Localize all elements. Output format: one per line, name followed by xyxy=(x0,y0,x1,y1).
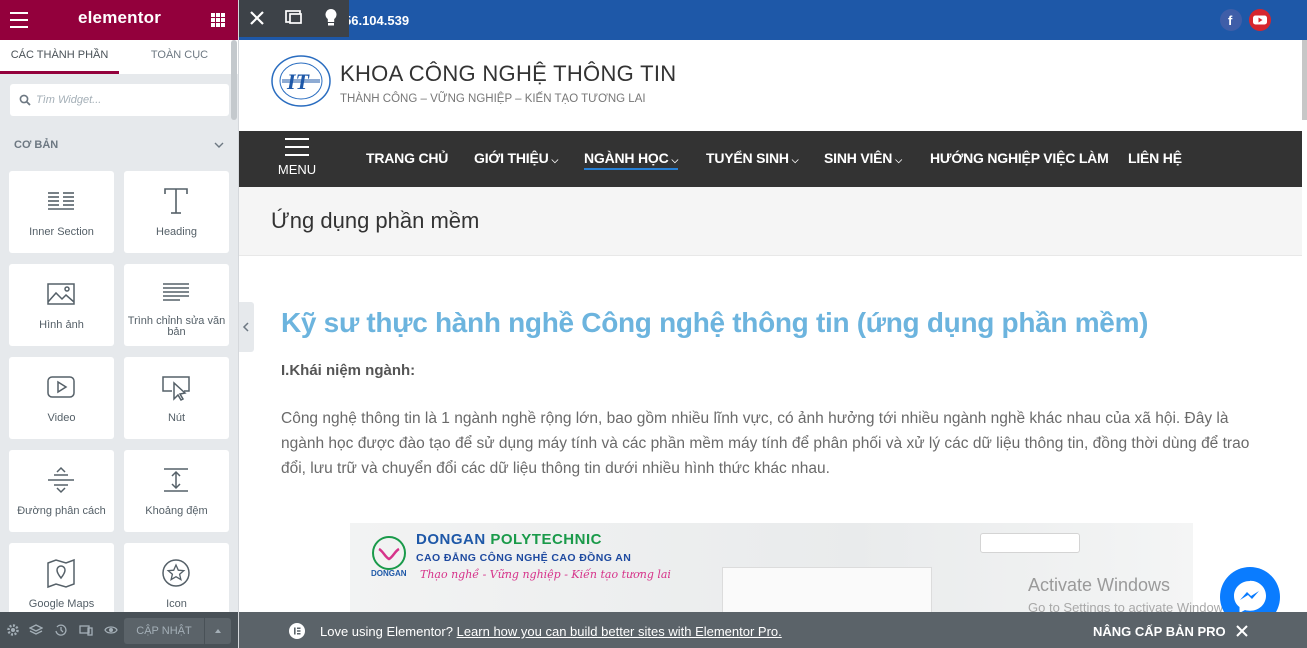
article-title: Kỹ sư thực hành nghề Công nghệ thông tin… xyxy=(281,307,1149,338)
banner-image: DONGAN DONGAN POLYTECHNIC CAO ĐẲNG CÔNG … xyxy=(350,523,1193,612)
dongan-logo: DONGAN xyxy=(371,536,407,578)
page-scrollbar[interactable] xyxy=(1302,40,1307,120)
widget-text-editor[interactable]: Trình chỉnh sửa văn bản xyxy=(124,264,229,346)
menu-label: MENU xyxy=(277,162,317,177)
nav-item-contact[interactable]: LIÊN HỆ xyxy=(1128,150,1182,166)
divider-icon xyxy=(48,466,74,494)
site-title[interactable]: KHOA CÔNG NGHỆ THÔNG TIN xyxy=(340,61,676,87)
banner-slogan: Thạo nghề - Vững nghiệp - Kiến tạo tương… xyxy=(420,568,671,581)
nav-item-majors[interactable]: NGÀNH HỌC ⌵ xyxy=(584,150,678,170)
widget-video[interactable]: Video xyxy=(9,357,114,439)
elementor-icon xyxy=(289,623,305,639)
search-input[interactable] xyxy=(36,90,221,110)
preview-eye-icon[interactable] xyxy=(104,623,118,637)
youtube-icon[interactable] xyxy=(1249,9,1271,31)
category-title[interactable]: CƠ BẢN xyxy=(14,139,58,151)
hamburger-icon xyxy=(285,138,309,140)
elementor-panel: elementor CÁC THÀNH PHẦN TOÀN CỤC CƠ BẢN… xyxy=(0,0,239,648)
widget-spacer[interactable]: Khoảng đệm xyxy=(124,450,229,532)
widget-label: Google Maps xyxy=(28,598,95,610)
inner-section-icon xyxy=(48,192,74,210)
nav-item-careers[interactable]: HƯỚNG NGHIỆP VIỆC LÀM xyxy=(930,150,1109,166)
update-options-button[interactable] xyxy=(205,618,231,644)
tab-elements[interactable]: CÁC THÀNH PHẦN xyxy=(0,40,119,74)
tab-global[interactable]: TOÀN CỤC xyxy=(120,40,238,74)
google-maps-icon xyxy=(47,558,75,589)
whiteboard xyxy=(722,567,932,612)
learn-more-link[interactable]: Learn how you can build better sites wit… xyxy=(457,624,782,639)
svg-text:DONGAN: DONGAN xyxy=(371,569,407,578)
widget-divider[interactable]: Đường phân cách xyxy=(9,450,114,532)
activate-windows-title: Activate Windows xyxy=(1028,575,1171,595)
widget-image[interactable]: Hình ảnh xyxy=(9,264,114,346)
chevron-down-icon: ⌵ xyxy=(551,155,559,165)
text-editor-icon xyxy=(163,283,189,301)
elementor-logo: elementor xyxy=(77,8,162,27)
notice-text: Love using Elementor? Learn how you can … xyxy=(320,624,782,639)
image-icon xyxy=(47,283,75,305)
settings-gear-icon[interactable] xyxy=(6,623,20,637)
video-icon xyxy=(47,376,75,398)
nav-item-admissions[interactable]: TUYỂN SINH ⌵ xyxy=(706,150,799,166)
widget-label: Icon xyxy=(166,598,187,610)
nav-item-about[interactable]: GIỚI THIỆU ⌵ xyxy=(474,150,558,166)
site-tagline: THÀNH CÔNG – VỮNG NGHIỆP – KIẾN TẠO TƯƠN… xyxy=(340,93,646,105)
heading-icon xyxy=(164,188,188,214)
chevron-down-icon: ⌵ xyxy=(791,155,799,165)
history-icon[interactable] xyxy=(54,623,68,637)
widget-inner-section[interactable]: Inner Section xyxy=(9,171,114,253)
widget-button[interactable]: Nút xyxy=(124,357,229,439)
spacer-icon xyxy=(164,468,188,492)
widgets-grid-icon[interactable] xyxy=(211,13,225,27)
svg-text:f: f xyxy=(1228,13,1233,28)
widget-label: Trình chỉnh sửa văn bản xyxy=(127,315,226,338)
chevron-down-icon[interactable] xyxy=(213,139,225,151)
facebook-icon[interactable]: f xyxy=(1220,9,1242,31)
chevron-left-icon xyxy=(242,322,249,332)
close-icon[interactable] xyxy=(1235,624,1249,638)
responsive-icon[interactable] xyxy=(79,623,93,637)
widget-label: Inner Section xyxy=(29,226,94,238)
air-conditioner xyxy=(980,533,1080,553)
panel-tabs: CÁC THÀNH PHẦN TOÀN CỤC xyxy=(0,40,238,74)
panel-header: elementor xyxy=(0,0,238,40)
update-button[interactable]: CẬP NHẬT xyxy=(124,618,204,644)
widget-heading[interactable]: Heading xyxy=(124,171,229,253)
widget-label: Đường phân cách xyxy=(17,505,106,517)
banner-school: CAO ĐẲNG CÔNG NGHỆ CAO ĐỒNG AN xyxy=(416,552,632,564)
phone-number: 56.104.539 xyxy=(344,13,410,28)
widget-label: Nút xyxy=(167,412,186,424)
faculty-logo[interactable]: IT xyxy=(270,55,332,107)
button-icon xyxy=(162,376,190,401)
panel-scrollbar[interactable] xyxy=(231,40,237,120)
caret-up-icon xyxy=(215,629,221,633)
nav-item-students[interactable]: SINH VIÊN ⌵ xyxy=(824,150,902,166)
chevron-down-icon: ⌵ xyxy=(671,155,679,165)
upgrade-pro-button[interactable]: NÂNG CẤP BẢN PRO xyxy=(1093,624,1226,639)
widget-label: Khoảng đệm xyxy=(145,505,208,517)
lightbulb-icon[interactable] xyxy=(313,0,349,37)
section-tools xyxy=(239,0,349,37)
nav-item-home[interactable]: TRANG CHỦ xyxy=(366,150,448,166)
article-paragraph: Công nghệ thông tin là 1 ngành nghề rộng… xyxy=(281,410,1250,477)
article-heading: I.Khái niệm ngành: xyxy=(281,362,416,379)
widget-label: Hình ảnh xyxy=(39,319,84,331)
layers-icon[interactable] xyxy=(29,623,43,637)
search-icon xyxy=(19,94,31,106)
widget-label: Heading xyxy=(156,226,197,238)
chevron-down-icon: ⌵ xyxy=(895,155,902,165)
collapse-panel-toggle[interactable] xyxy=(239,302,254,352)
close-icon[interactable] xyxy=(239,0,275,37)
responsive-mode-icon[interactable] xyxy=(276,0,312,37)
page-title: Ứng dụng phần mềm xyxy=(271,208,480,233)
banner-brand: DONGAN POLYTECHNIC xyxy=(416,531,602,548)
widget-search xyxy=(10,84,229,116)
menu-toggle-button[interactable]: MENU xyxy=(277,138,317,180)
star-icon xyxy=(162,559,190,587)
widget-label: Video xyxy=(47,412,76,424)
